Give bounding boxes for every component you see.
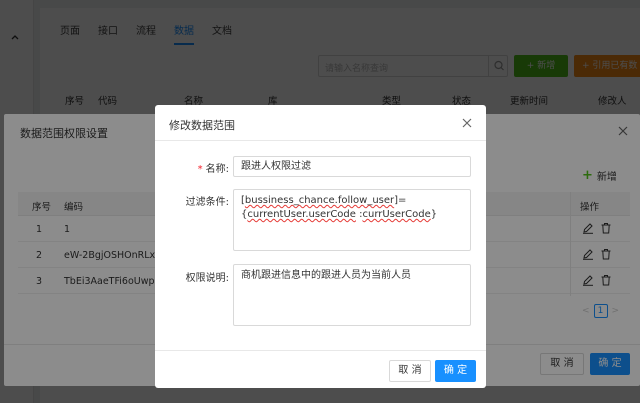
filter-text: ]= [394,195,407,206]
filter-line-1: [bussiness_chance.follow_user]= [241,194,463,208]
description-textarea[interactable]: 商机跟进信息中的跟进人员为当前人员 [233,264,471,326]
required-mark: * [197,164,203,175]
filter-text: } [430,209,438,220]
dialog-footer: 取 消 确 定 [155,350,486,388]
dialog-title: 修改数据范围 [169,119,235,132]
close-icon[interactable] [462,118,472,128]
name-label: * 名称: [169,160,229,175]
name-input[interactable]: 跟进人权限过滤 [233,156,471,177]
cancel-button[interactable]: 取 消 [389,360,431,382]
dialog-header: 修改数据范围 [155,105,486,141]
filter-variable: bussiness_chance.follow_user [244,195,395,206]
filter-line-2: {currentUser.userCode :currUserCode} [241,208,463,222]
filter-variable: currentUser.userCode [247,209,356,220]
name-label-text: 名称: [205,164,229,175]
description-label: 权限说明: [185,273,229,284]
filter-condition-textarea[interactable]: [bussiness_chance.follow_user]= {current… [233,189,471,251]
filter-label: 过滤条件: [185,197,229,208]
filter-variable: currUserCode [362,209,431,220]
confirm-button[interactable]: 确 定 [435,360,476,382]
edit-scope-dialog: 修改数据范围 * 名称: 跟进人权限过滤 过滤条件: [bussiness_cha… [155,105,486,388]
